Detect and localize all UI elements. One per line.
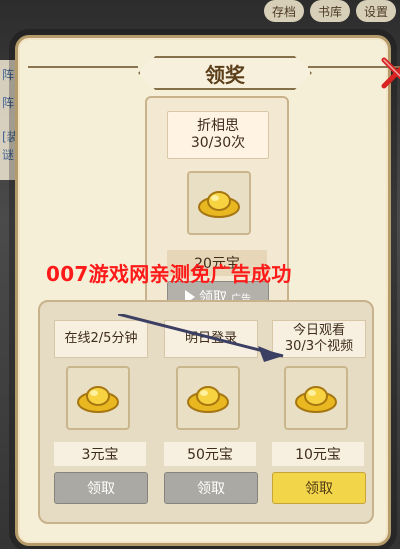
task-reward-amount: 10元宝 — [272, 442, 364, 466]
task-claim-button[interactable]: 领取 — [164, 472, 258, 504]
reward-dialog: 领奖 折相思 30/30次 20元宝 领取 广告 007游戏网亲测免广告成功 在… — [15, 35, 400, 546]
gold-ingot-icon — [187, 386, 229, 413]
dialog-title: 领奖 — [138, 56, 312, 90]
task-reward-amount: 3元宝 — [54, 442, 146, 466]
task-reward-icon-box — [66, 366, 130, 430]
background-left-text-4: 谜 — [2, 148, 15, 162]
task-claim-button-active[interactable]: 领取 — [272, 472, 366, 504]
task-reward-icon-box — [284, 366, 348, 430]
title-ornament-left — [28, 66, 138, 78]
task-reward-amount: 50元宝 — [164, 442, 256, 466]
background-left-text-1: 阵 — [2, 68, 15, 82]
background-tab-library: 书库 — [310, 0, 350, 22]
top-reward-icon-box — [187, 171, 251, 235]
background-left-text-2: 阵 — [2, 96, 15, 110]
gold-ingot-icon — [198, 191, 240, 218]
task-reward-icon-box — [176, 366, 240, 430]
annotation-arrow — [118, 314, 284, 362]
background-top-tabs: 存档 书库 设置 — [264, 0, 400, 26]
top-reward-label-line1: 折相思 — [197, 118, 239, 135]
background-tab-settings: 设置 — [356, 0, 396, 22]
top-reward-label-line2: 30/30次 — [190, 135, 246, 151]
background-tab-save: 存档 — [264, 0, 304, 22]
close-button[interactable] — [380, 56, 400, 90]
top-reward-label: 折相思 30/30次 — [167, 111, 269, 159]
close-icon — [381, 57, 400, 89]
gold-ingot-icon — [295, 386, 337, 413]
gold-ingot-icon — [77, 386, 119, 413]
promo-overlay-text: 007游戏网亲测免广告成功 — [46, 262, 292, 286]
task-claim-button[interactable]: 领取 — [54, 472, 148, 504]
dialog-title-bar: 领奖 — [28, 48, 400, 92]
